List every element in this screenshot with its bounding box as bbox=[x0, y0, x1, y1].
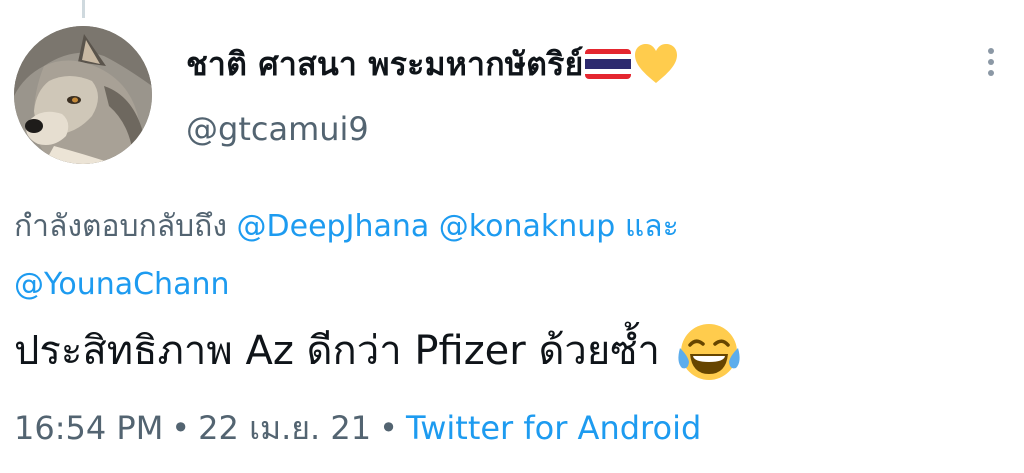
author-name-row[interactable]: ชาติ ศาสนา พระมหากษัตริย์ bbox=[186, 42, 679, 86]
tweet-body: ประสิทธิภาพ Az ดีกว่า Pfizer ด้วยซ้ำ bbox=[14, 328, 660, 374]
tweet-source-link[interactable]: Twitter for Android bbox=[406, 409, 701, 447]
wolf-avatar-image bbox=[14, 26, 152, 164]
face-with-tears-of-joy-icon bbox=[676, 318, 742, 384]
tweet-container: ชาติ ศาสนา พระมหากษัตริย์ @gtcamui9 กำลั… bbox=[0, 0, 1024, 473]
author-handle[interactable]: @gtcamui9 bbox=[186, 110, 369, 148]
meta-separator: • bbox=[171, 409, 191, 447]
avatar[interactable] bbox=[14, 26, 152, 164]
tweet-meta: 16:54 PM • 22 เม.ย. 21 • Twitter for Android bbox=[14, 404, 701, 452]
author-display-name[interactable]: ชาติ ศาสนา พระมหากษัตริย์ bbox=[186, 39, 583, 90]
mention-link[interactable]: @DeepJhana bbox=[237, 209, 430, 244]
mention-link[interactable]: @konaknup bbox=[439, 209, 616, 244]
reply-prefix: กำลังตอบกลับถึง bbox=[14, 209, 227, 244]
meta-separator: • bbox=[379, 409, 398, 447]
thread-line bbox=[82, 0, 85, 18]
reply-context: กำลังตอบกลับถึง @DeepJhana @konaknup และ… bbox=[14, 198, 1004, 314]
tweet-time[interactable]: 16:54 PM bbox=[14, 409, 163, 447]
mention-link[interactable]: @YounaChann bbox=[14, 267, 229, 302]
yellow-heart-icon bbox=[633, 43, 679, 85]
tweet-date[interactable]: 22 เม.ย. 21 bbox=[198, 409, 371, 447]
tweet-text: ประสิทธิภาพ Az ดีกว่า Pfizer ด้วยซ้ำ bbox=[14, 318, 742, 384]
more-options-icon[interactable] bbox=[980, 48, 1002, 84]
thailand-flag-icon bbox=[585, 49, 632, 79]
reply-conjunction: และ bbox=[624, 209, 679, 244]
